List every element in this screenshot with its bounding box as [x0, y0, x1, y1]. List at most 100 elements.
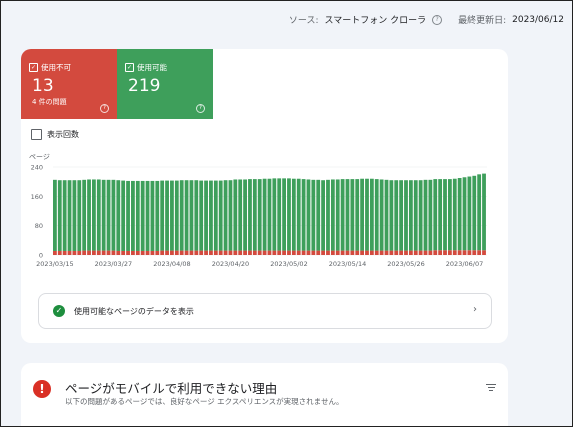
bar-unusable: [394, 250, 399, 255]
bar-usable: [233, 179, 238, 251]
bar-unusable: [428, 250, 433, 255]
bar-usable: [145, 180, 150, 251]
bar-usable: [72, 180, 77, 251]
bar-unusable: [321, 250, 325, 255]
y-tick-labels: 0 80 160 240: [31, 164, 43, 260]
bar-unusable: [462, 250, 467, 255]
bar-unusable: [389, 250, 394, 255]
bar-usable: [170, 180, 174, 251]
bar-usable: [287, 178, 291, 251]
bar-unusable: [350, 250, 355, 255]
bar-unusable: [111, 250, 116, 255]
x-tick-label: 2023/06/07: [446, 260, 483, 268]
bar-unusable: [360, 250, 365, 255]
reasons-title: ページがモバイルで利用できない理由: [65, 381, 278, 396]
bar-unusable: [330, 250, 335, 255]
chevron-right-icon: ›: [473, 304, 477, 315]
bar-usable: [384, 179, 389, 251]
checkbox-checked-icon: ✓: [125, 63, 134, 72]
bar-unusable: [243, 250, 247, 255]
bar-unusable: [335, 250, 340, 255]
bar-unusable: [423, 250, 428, 255]
bar-usable: [272, 178, 277, 251]
filter-icon[interactable]: [486, 384, 496, 393]
bar-usable: [462, 177, 467, 251]
bar-usable: [213, 180, 218, 251]
impressions-toggle[interactable]: 表示回数: [31, 129, 79, 140]
bar-usable: [252, 179, 257, 251]
bar-usable: [355, 179, 360, 251]
bar-usable: [316, 179, 321, 251]
pages-chart: ページ 080160240 2023/03/15 2023/03/27 2023/0…: [29, 153, 487, 268]
bar-unusable: [179, 250, 184, 255]
bar-usable: [296, 178, 301, 251]
usable-tile[interactable]: ✓ 使用可能 219 ?: [117, 49, 213, 119]
reasons-card: ! ページがモバイルで利用できない理由 以下の問題があるページでは、良好なページ…: [21, 363, 508, 426]
bar-unusable: [374, 250, 379, 255]
impressions-checkbox[interactable]: [31, 129, 42, 140]
bar-usable: [77, 180, 82, 251]
bar-unusable: [170, 250, 174, 255]
bar-unusable: [67, 250, 72, 255]
help-icon[interactable]: ?: [196, 104, 205, 113]
bar-unusable: [345, 250, 350, 255]
usable-count: 219: [128, 76, 161, 96]
bar-unusable: [62, 250, 67, 255]
page-frame: ソース: スマートフォン クローラ ? 最終更新日: 2023/06/12 ✓ …: [0, 0, 573, 427]
bar-usable: [228, 180, 233, 251]
bar-usable: [306, 179, 311, 251]
bar-usable: [121, 180, 126, 251]
bar-usable: [350, 179, 355, 251]
bar-usable: [140, 180, 145, 251]
unusable-count: 13: [32, 76, 54, 96]
bar-usable: [184, 180, 189, 251]
issue-count: 4 件の問題: [32, 98, 67, 106]
check-circle-icon: ✓: [53, 305, 65, 317]
bar-unusable: [121, 250, 126, 255]
bar-usable: [477, 174, 482, 251]
bar-usable: [155, 180, 160, 251]
bar-usable: [457, 178, 462, 251]
bar-usable: [452, 178, 457, 251]
bar-unusable: [199, 250, 204, 255]
bar-usable: [340, 179, 345, 251]
bar-unusable: [213, 250, 218, 255]
bar-usable: [160, 180, 165, 251]
bar-unusable: [228, 250, 233, 255]
bar-usable: [330, 179, 335, 251]
bar-usable: [389, 180, 394, 251]
updated-label: 最終更新日:: [458, 16, 507, 26]
bar-usable: [82, 179, 87, 251]
x-tick-label: 2023/05/02: [270, 260, 307, 268]
bar-unusable: [443, 250, 447, 255]
bar-unusable: [404, 250, 408, 255]
bar-usable: [57, 180, 62, 251]
bar-unusable: [145, 250, 150, 255]
bar-usable: [135, 180, 140, 251]
bar-usable: [92, 179, 96, 251]
report-meta: ソース: スマートフォン クローラ ? 最終更新日: 2023/06/12: [289, 13, 564, 26]
bar-usable: [67, 180, 72, 251]
help-icon[interactable]: ?: [432, 14, 443, 25]
bar-unusable: [53, 250, 57, 255]
bar-unusable: [140, 250, 145, 255]
bar-usable: [369, 178, 374, 251]
error-icon: !: [33, 380, 51, 398]
x-tick-label: 2023/05/26: [387, 260, 424, 268]
view-usable-pages-label: 使用可能なページのデータを表示: [74, 307, 194, 316]
y-axis-label: ページ: [29, 153, 50, 161]
bar-unusable: [277, 250, 282, 255]
view-usable-pages-link[interactable]: ✓ 使用可能なページのデータを表示 ›: [38, 293, 492, 329]
bar-usable: [311, 179, 316, 251]
bar-unusable: [92, 250, 96, 255]
bar-usable: [179, 180, 184, 251]
bar-usable: [248, 179, 252, 251]
bar-usable: [150, 180, 155, 251]
bar-unusable: [399, 250, 404, 255]
bar-usable: [394, 180, 399, 251]
y-tick-label: 160: [31, 193, 43, 201]
bar-unusable: [184, 250, 189, 255]
unusable-tile[interactable]: ✓ 使用不可 13 4 件の問題 ?: [21, 49, 117, 119]
bar-usable: [418, 180, 423, 251]
help-icon[interactable]: ?: [100, 104, 109, 113]
